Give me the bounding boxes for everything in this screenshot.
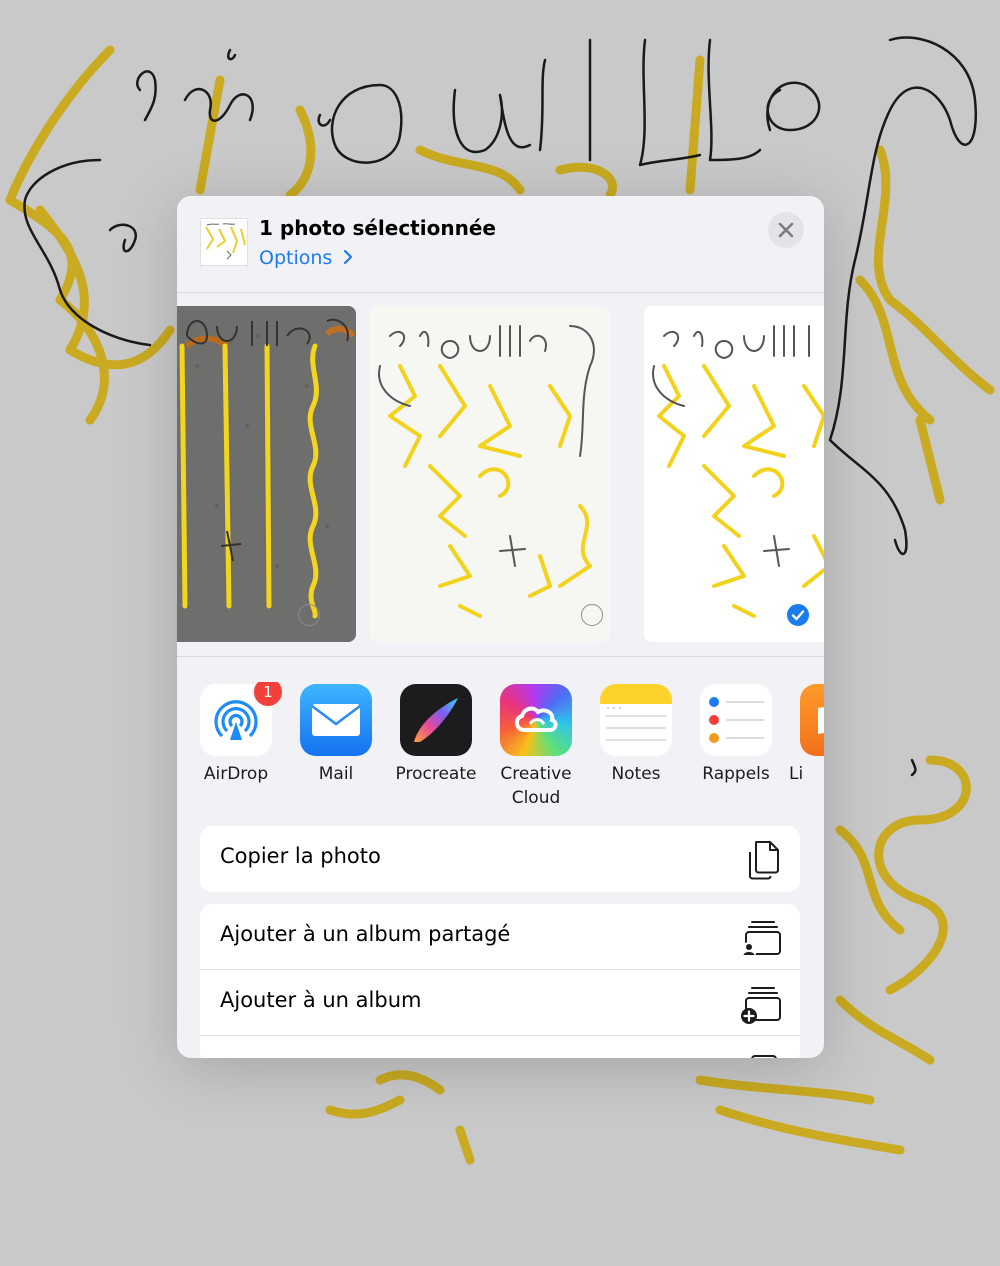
copy-photo-label: Copier la photo bbox=[220, 844, 381, 868]
notes-icon bbox=[600, 684, 672, 756]
share-sheet-header: 1 photo sélectionnée Options bbox=[177, 196, 824, 293]
partial-action-icon bbox=[751, 1055, 777, 1058]
xmark-icon bbox=[778, 222, 794, 238]
reminders-icon bbox=[700, 684, 772, 756]
app-label: Mail bbox=[318, 764, 354, 784]
options-label: Options bbox=[259, 247, 333, 269]
photo-thumbnail[interactable] bbox=[370, 306, 610, 642]
photo-sketch-image bbox=[644, 306, 824, 642]
mail-icon bbox=[300, 684, 372, 756]
books-icon bbox=[800, 684, 824, 756]
photo-select-checkmark[interactable] bbox=[785, 602, 811, 628]
add-to-album-action[interactable]: Ajouter à un album bbox=[200, 970, 800, 1036]
checkmark-icon bbox=[791, 610, 805, 621]
copy-doc-icon bbox=[749, 841, 779, 880]
photo-sketch-image bbox=[370, 306, 610, 642]
copy-photo-action[interactable]: Copier la photo bbox=[200, 826, 800, 892]
close-button[interactable] bbox=[768, 212, 804, 248]
app-label: AirDrop bbox=[203, 764, 269, 784]
share-sheet: 1 photo sélectionnée Options 1 AirDrop M… bbox=[177, 196, 824, 1058]
procreate-icon bbox=[400, 684, 472, 756]
share-apps-row[interactable]: 1 AirDrop Mail Procreate Creative Cloud … bbox=[177, 682, 824, 812]
photo-thumbnail[interactable] bbox=[644, 306, 824, 642]
add-to-shared-album-label: Ajouter à un album partagé bbox=[220, 922, 511, 946]
app-label: Rappels bbox=[702, 764, 770, 784]
app-label: Creative Cloud bbox=[500, 764, 572, 808]
more-action-partial[interactable] bbox=[200, 1036, 800, 1058]
selected-photo-thumbnail bbox=[200, 218, 248, 266]
photo-thumbnail[interactable] bbox=[177, 306, 356, 642]
creative-cloud-icon bbox=[500, 684, 572, 756]
photo-carousel[interactable] bbox=[177, 293, 824, 657]
airdrop-badge: 1 bbox=[252, 682, 284, 708]
share-sheet-title: 1 photo sélectionnée bbox=[259, 216, 496, 240]
app-label: Procreate bbox=[395, 764, 477, 784]
photo-asphalt-image bbox=[177, 306, 356, 642]
chevron-right-icon bbox=[344, 249, 353, 265]
options-link[interactable]: Options bbox=[259, 247, 355, 269]
add-album-icon bbox=[741, 987, 781, 1024]
add-to-shared-album-action[interactable]: Ajouter à un album partagé bbox=[200, 904, 800, 970]
add-to-album-label: Ajouter à un album bbox=[220, 988, 422, 1012]
album-actions-card: Ajouter à un album partagé Ajouter à un … bbox=[200, 904, 800, 1058]
app-label: Notes bbox=[611, 764, 661, 784]
copy-action-card: Copier la photo bbox=[200, 826, 800, 892]
photo-select-circle[interactable] bbox=[298, 604, 320, 626]
app-label: Li bbox=[789, 764, 804, 784]
shared-album-icon bbox=[741, 921, 781, 958]
photo-preview-icon bbox=[205, 223, 246, 260]
photo-select-circle[interactable] bbox=[581, 604, 603, 626]
